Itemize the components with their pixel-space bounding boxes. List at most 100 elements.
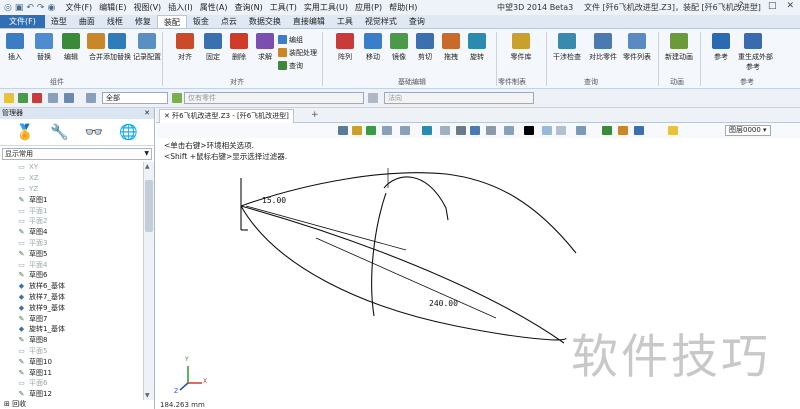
- tree-scrollbar[interactable]: ▲ ▼: [143, 162, 154, 400]
- tab-assembly[interactable]: 装配: [156, 15, 187, 28]
- part-filter-icon[interactable]: [172, 93, 182, 103]
- tree-item[interactable]: ▭ 平面6: [0, 378, 143, 389]
- redo-icon[interactable]: ↷: [37, 3, 45, 13]
- tab-pointcloud[interactable]: 点云: [215, 15, 243, 28]
- compare-part-button[interactable]: 对比零件: [588, 31, 618, 71]
- manager-footer[interactable]: ⊞ 回收: [0, 400, 143, 409]
- menu-attribute[interactable]: 属性(A): [200, 2, 228, 13]
- new-animation-button[interactable]: 新建动画: [664, 31, 694, 71]
- add-tab-button[interactable]: +: [311, 110, 319, 120]
- menu-utilities[interactable]: 实用工具(U): [304, 2, 348, 13]
- tree-item[interactable]: ✎ 草图4: [0, 227, 143, 238]
- tree-item[interactable]: ✎ 草图10: [0, 356, 143, 367]
- help-icon[interactable]: ?: [739, 1, 744, 11]
- tree-item[interactable]: ▭ 平面5: [0, 346, 143, 357]
- add-icon[interactable]: [18, 93, 28, 103]
- app-logo-icon[interactable]: ◎: [4, 3, 12, 13]
- maximize-icon[interactable]: □: [768, 1, 777, 11]
- zoom-icon[interactable]: [352, 126, 362, 135]
- menu-tools[interactable]: 工具(T): [270, 2, 297, 13]
- close-icon[interactable]: ✕: [786, 1, 794, 11]
- render-icon[interactable]: [602, 126, 612, 135]
- camera-icon[interactable]: [634, 126, 644, 135]
- tree-item[interactable]: ▭ XY: [0, 162, 143, 173]
- light-icon[interactable]: [618, 126, 628, 135]
- insert-button[interactable]: 插入: [0, 31, 30, 71]
- menu-edit[interactable]: 编辑(E): [99, 2, 126, 13]
- box-view-icon[interactable]: [382, 126, 392, 135]
- tree-item[interactable]: ✎ 草图6: [0, 270, 143, 281]
- normal-icon[interactable]: [368, 93, 378, 103]
- view-tab-icon[interactable]: 👓: [85, 123, 104, 141]
- remove-icon[interactable]: [32, 93, 42, 103]
- box-select-icon[interactable]: [48, 93, 58, 103]
- menu-query[interactable]: 查询(N): [235, 2, 263, 13]
- tree-item[interactable]: ◆ 放样9_基体: [0, 302, 143, 313]
- tree-item[interactable]: ▭ YZ: [0, 184, 143, 195]
- scroll-down-icon[interactable]: ▼: [145, 392, 150, 399]
- display-mode-icon[interactable]: [422, 126, 432, 135]
- hidden-line-icon[interactable]: [456, 126, 466, 135]
- document-tab[interactable]: ✕ 歼6飞机改进型.Z3 - [歼6飞机改进型]: [159, 109, 294, 123]
- tab-sheetmetal[interactable]: 钣金: [187, 15, 215, 28]
- dimension-large[interactable]: 240.00: [429, 299, 458, 308]
- regen-ref-button[interactable]: 重生成外部 参考: [738, 31, 773, 71]
- tree-item[interactable]: ▭ 平面2: [0, 216, 143, 227]
- reference-button[interactable]: 参考: [706, 31, 736, 71]
- assembly-tab-icon[interactable]: 🔧: [50, 123, 69, 141]
- cube-view-icon[interactable]: [400, 126, 410, 135]
- shade-icon[interactable]: [470, 126, 480, 135]
- menu-file[interactable]: 文件(F): [65, 2, 92, 13]
- tab-file[interactable]: 文件(F): [0, 15, 45, 28]
- record-config-button[interactable]: 记录配置: [132, 31, 162, 71]
- pan-icon[interactable]: [366, 126, 376, 135]
- solve-button[interactable]: 求解: [250, 31, 280, 71]
- assembly-process-button[interactable]: 装配处理: [278, 47, 317, 58]
- box-icon[interactable]: [504, 126, 514, 135]
- color-light-icon[interactable]: [542, 126, 552, 135]
- filter-select[interactable]: 全部: [102, 92, 168, 104]
- view-icon[interactable]: ◉: [47, 3, 55, 13]
- tree-item[interactable]: ◆ 放样6_基体: [0, 281, 143, 292]
- rotate-button[interactable]: 旋转: [462, 31, 492, 71]
- wire-icon[interactable]: [440, 126, 450, 135]
- tab-tools[interactable]: 工具: [331, 15, 359, 28]
- tab-data-exchange[interactable]: 数据交换: [243, 15, 287, 28]
- chevron-down-icon[interactable]: ▼: [144, 149, 149, 159]
- menu-apps[interactable]: 应用(P): [355, 2, 382, 13]
- replace-button[interactable]: 替换: [29, 31, 59, 71]
- history-tab-icon[interactable]: 🏅: [16, 123, 35, 141]
- undo-icon[interactable]: ↶: [26, 3, 34, 13]
- tree-item[interactable]: ▭ 平面4: [0, 259, 143, 270]
- array-button[interactable]: 阵列: [330, 31, 360, 71]
- tree-item[interactable]: ✎ 草图12: [0, 389, 143, 400]
- part-filter-select[interactable]: 仅有零件: [184, 92, 364, 104]
- menu-insert[interactable]: 插入(I): [168, 2, 193, 13]
- tab-repair[interactable]: 修复: [129, 15, 157, 28]
- select-arrow-icon[interactable]: [4, 93, 14, 103]
- display-filter-select[interactable]: 显示常用 ▼: [2, 148, 152, 160]
- tab-wireframe[interactable]: 线框: [101, 15, 129, 28]
- tab-visual-style[interactable]: 视觉样式: [359, 15, 403, 28]
- menu-help[interactable]: 帮助(H): [389, 2, 417, 13]
- tree-item[interactable]: ▭ 平面1: [0, 205, 143, 216]
- globe-tab-icon[interactable]: 🌐: [119, 123, 138, 141]
- section-icon[interactable]: [486, 126, 496, 135]
- view-orient-icon[interactable]: [338, 126, 348, 135]
- tree-item[interactable]: ◆ 旋转1_基体: [0, 324, 143, 335]
- tree-item[interactable]: ✎ 草图7: [0, 313, 143, 324]
- part-list-button[interactable]: 零件列表: [622, 31, 652, 71]
- scroll-up-icon[interactable]: ▲: [145, 163, 150, 170]
- menu-view[interactable]: 视图(V): [133, 2, 161, 13]
- part-library-button[interactable]: 零件库: [506, 31, 536, 71]
- tree-item[interactable]: ✎ 草图1: [0, 194, 143, 205]
- dimension-small[interactable]: 15.00: [262, 196, 286, 205]
- layer-select[interactable]: 图层0000 ▾: [725, 125, 771, 136]
- tab-modeling[interactable]: 造型: [45, 15, 73, 28]
- texture-icon[interactable]: [556, 126, 566, 135]
- background-icon[interactable]: [576, 126, 586, 135]
- close-icon[interactable]: ✕: [144, 108, 150, 119]
- filter-icon[interactable]: [64, 93, 74, 103]
- interference-check-button[interactable]: 干涉检查: [552, 31, 582, 71]
- save-icon[interactable]: ▣: [15, 3, 24, 13]
